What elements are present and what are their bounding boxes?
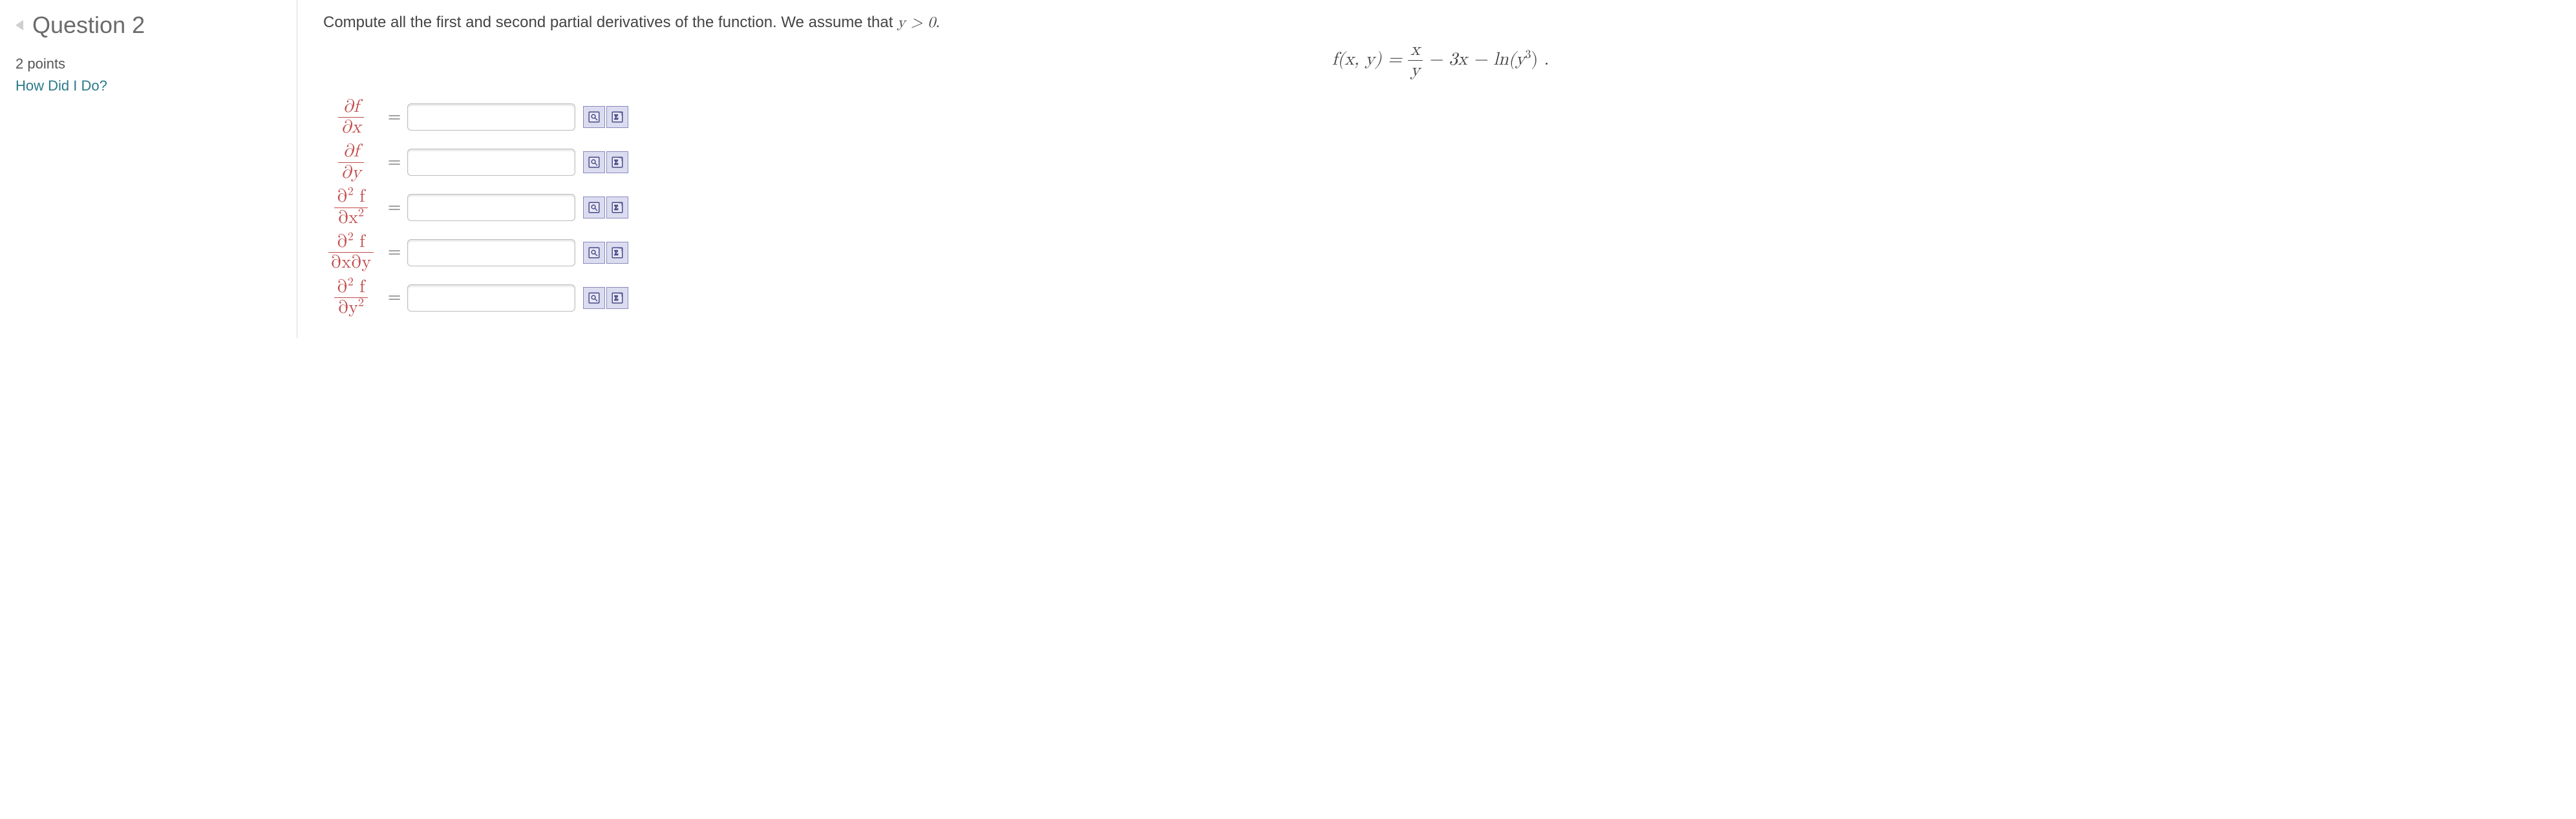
answers-grid: ∂f∂x= Σ ∂f∂y= Σ ∂2 f∂x2= Σ ∂2 f∂x∂y= Σ ∂… [323, 92, 630, 323]
answer-tools: Σ [575, 98, 630, 138]
tail-a: − 3x − ln(y [1423, 50, 1526, 69]
answer-input[interactable] [407, 239, 575, 266]
fraction-den: y [1408, 60, 1423, 80]
answer-input[interactable] [407, 149, 575, 176]
equation-editor-icon[interactable]: Σ [606, 242, 628, 264]
preview-icon[interactable] [583, 242, 605, 264]
preview-icon[interactable] [583, 197, 605, 218]
equals-sign: = [381, 233, 407, 273]
equation-editor-icon[interactable]: Σ [606, 287, 628, 309]
points-label: 2 points [16, 56, 279, 72]
function-definition: f(x, y) = x y − 3x − ln(y3) . [323, 41, 2558, 81]
preview-icon[interactable] [583, 151, 605, 173]
answer-input-cell [407, 98, 575, 138]
question-body: Compute all the first and second partial… [297, 0, 2576, 338]
answer-tools: Σ [575, 233, 630, 273]
equation-editor-icon[interactable]: Σ [606, 197, 628, 218]
answer-input-cell [407, 233, 575, 273]
fraction-num: x [1408, 41, 1423, 60]
equals-sign: = [381, 187, 407, 228]
answer-row: ∂f∂x= Σ [323, 98, 630, 138]
answer-input[interactable] [407, 284, 575, 312]
derivative-label: ∂2 f∂y2 [323, 278, 381, 318]
answer-tools: Σ [575, 142, 630, 182]
answer-input-cell [407, 278, 575, 318]
lhs: f(x, y) = [1332, 50, 1402, 69]
answer-row: ∂f∂y= Σ [323, 142, 630, 182]
equals-sign: = [381, 142, 407, 182]
equals-sign: = [381, 278, 407, 318]
svg-text:Σ: Σ [615, 205, 619, 212]
answer-row: ∂2 f∂y2= Σ [323, 278, 630, 318]
question-header[interactable]: Question 2 [16, 12, 279, 39]
tail-b: ) . [1531, 50, 1549, 69]
preview-icon[interactable] [583, 106, 605, 128]
equation-editor-icon[interactable]: Σ [606, 106, 628, 128]
answer-input-cell [407, 187, 575, 228]
preview-icon[interactable] [583, 287, 605, 309]
derivative-label: ∂f∂x [323, 98, 381, 138]
equation-editor-icon[interactable]: Σ [606, 151, 628, 173]
svg-text:Σ: Σ [615, 250, 619, 257]
derivative-label: ∂2 f∂x∂y [323, 233, 381, 273]
derivative-label: ∂f∂y [323, 142, 381, 182]
question-sidebar: Question 2 2 points How Did I Do? [0, 0, 297, 338]
prompt-condition: y > 0 [897, 15, 935, 30]
question-title: Question 2 [32, 12, 145, 39]
answer-input[interactable] [407, 194, 575, 221]
question-prompt: Compute all the first and second partial… [323, 12, 2558, 34]
answer-tools: Σ [575, 278, 630, 318]
answer-tools: Σ [575, 187, 630, 228]
svg-text:Σ: Σ [615, 160, 619, 167]
answer-row: ∂2 f∂x∂y= Σ [323, 233, 630, 273]
answer-input-cell [407, 142, 575, 182]
answer-row: ∂2 f∂x2= Σ [323, 187, 630, 228]
how-did-i-do-link[interactable]: How Did I Do? [16, 78, 279, 94]
derivative-label: ∂2 f∂x2 [323, 187, 381, 228]
fraction-x-over-y: x y [1408, 41, 1423, 81]
collapse-caret-icon[interactable] [16, 20, 23, 30]
prompt-text: Compute all the first and second partial… [323, 14, 897, 31]
svg-text:Σ: Σ [615, 295, 619, 302]
prompt-tail: . [935, 14, 940, 31]
svg-text:Σ: Σ [615, 114, 619, 122]
equals-sign: = [381, 98, 407, 138]
answer-input[interactable] [407, 103, 575, 131]
